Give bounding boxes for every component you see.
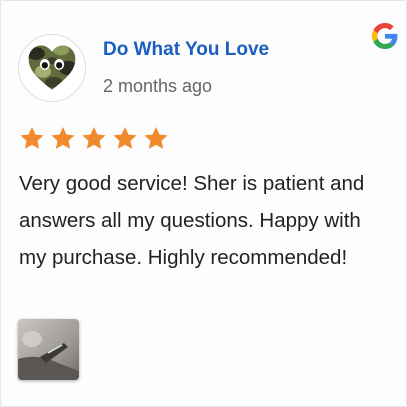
- google-g-icon: [372, 23, 398, 49]
- review-text: Very good service! Sher is patient and a…: [19, 172, 365, 269]
- camo-heart-avatar: [28, 45, 76, 90]
- star-icon: [51, 127, 75, 149]
- review-photo-thumbnail[interactable]: [18, 319, 79, 380]
- rating-stars: [18, 125, 170, 152]
- reviewer-avatar[interactable]: [18, 34, 86, 102]
- review-card: Do What You Love 2 months ago Very good …: [0, 0, 407, 407]
- photo-image: [18, 319, 79, 380]
- star-icon: [144, 127, 168, 149]
- star-icon: [20, 127, 44, 149]
- star-icon: [82, 127, 106, 149]
- review-time: 2 months ago: [103, 76, 213, 96]
- star-icon: [113, 127, 137, 149]
- reviewer-name[interactable]: Do What You Love: [103, 39, 269, 61]
